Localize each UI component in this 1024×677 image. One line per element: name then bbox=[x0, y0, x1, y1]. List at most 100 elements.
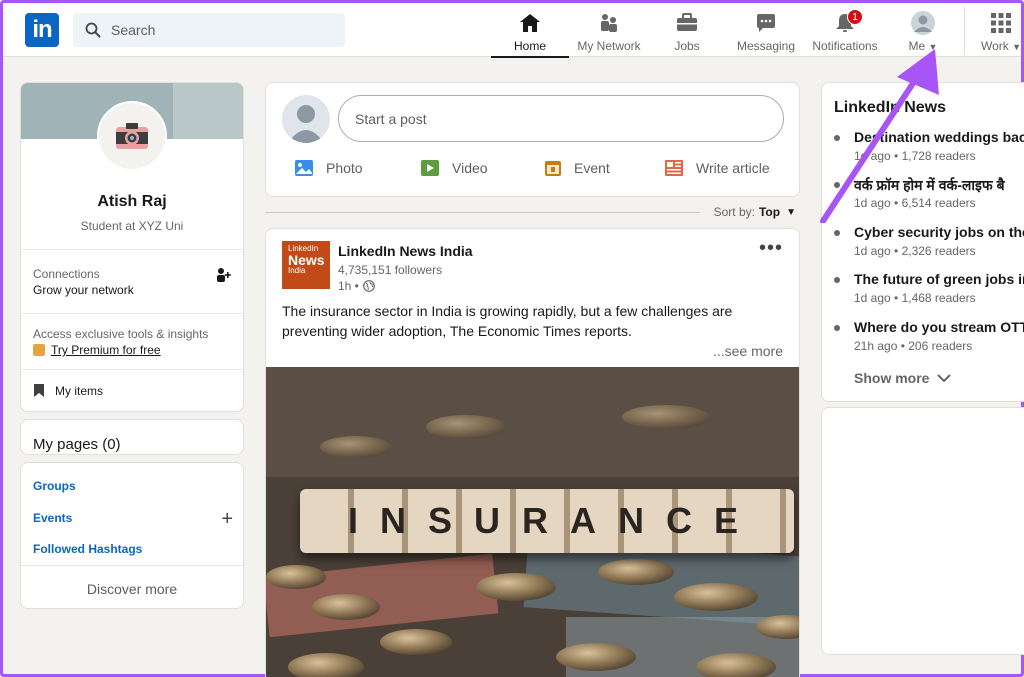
profile-headline: Student at XYZ Uni bbox=[80, 219, 184, 233]
article-icon bbox=[665, 160, 683, 176]
premium-link-label[interactable]: Try Premium for free bbox=[51, 343, 161, 357]
post-time-label: 1h • bbox=[338, 279, 359, 293]
nav-me[interactable]: Me ▼ bbox=[903, 11, 943, 57]
hashtags-link[interactable]: Followed Hashtags bbox=[33, 542, 142, 556]
my-pages-card[interactable]: My pages (0) bbox=[20, 419, 244, 455]
more-options-icon[interactable]: ••• bbox=[759, 237, 783, 260]
me-label: Me bbox=[908, 39, 926, 53]
notification-badge: 1 bbox=[847, 9, 863, 25]
sort-label: Sort by: bbox=[713, 205, 755, 219]
events-link[interactable]: Events bbox=[33, 511, 72, 525]
nav-label: Me ▼ bbox=[909, 39, 938, 53]
groups-link[interactable]: Groups bbox=[33, 479, 76, 493]
divider bbox=[21, 249, 243, 250]
news-headline[interactable]: Cyber security jobs on the r bbox=[854, 224, 1024, 240]
community-links-card: Groups Events + Followed Hashtags Discov… bbox=[20, 462, 244, 609]
photo-button[interactable]: Photo bbox=[294, 159, 363, 177]
premium-link[interactable]: Try Premium for free bbox=[33, 343, 161, 357]
my-items-link[interactable]: My items bbox=[33, 383, 103, 398]
connections-subtitle[interactable]: Grow your network bbox=[33, 283, 134, 297]
sort-row: Sort by: Top ▼ bbox=[265, 205, 800, 221]
nav-label: Work ▼ bbox=[981, 39, 1021, 53]
linkedin-logo[interactable]: in bbox=[25, 13, 59, 47]
nav-label: Notifications bbox=[812, 39, 878, 53]
user-avatar[interactable] bbox=[282, 95, 330, 143]
news-card: LinkedIn News Destination weddings back … bbox=[821, 82, 1024, 402]
premium-text: Access exclusive tools & insights bbox=[33, 327, 209, 341]
sort-value: Top bbox=[758, 205, 781, 219]
network-icon bbox=[597, 11, 621, 35]
search-bar[interactable] bbox=[73, 13, 345, 47]
news-headline[interactable]: वर्क फ्रॉम होम में वर्क-लाइफ बै bbox=[854, 176, 1005, 195]
video-icon bbox=[421, 160, 439, 176]
my-pages-label[interactable]: My pages (0) bbox=[33, 436, 121, 453]
chevron-down-icon bbox=[937, 374, 952, 383]
bullet bbox=[834, 230, 840, 236]
write-article-button[interactable]: Write article bbox=[664, 159, 770, 177]
nav-messaging[interactable]: Messaging bbox=[736, 11, 796, 57]
post-time: 1h • bbox=[338, 279, 375, 293]
add-event-icon[interactable]: + bbox=[221, 508, 233, 531]
divider bbox=[21, 313, 243, 314]
start-post-button[interactable]: Start a post bbox=[338, 95, 784, 142]
divider bbox=[21, 565, 243, 566]
nav-label: My Network bbox=[577, 39, 641, 53]
messaging-icon bbox=[754, 11, 778, 35]
nav-jobs[interactable]: Jobs bbox=[663, 11, 711, 57]
see-more-link[interactable]: ...see more bbox=[713, 343, 783, 359]
company-logo[interactable]: LinkedIn News India bbox=[282, 241, 330, 289]
grid-icon bbox=[989, 11, 1013, 35]
show-more-label: Show more bbox=[854, 370, 930, 386]
video-button[interactable]: Video bbox=[420, 159, 488, 177]
sort-dropdown[interactable]: Sort by: Top ▼ bbox=[714, 205, 796, 219]
news-headline[interactable]: Where do you stream OTT c bbox=[854, 319, 1024, 335]
profile-name[interactable]: Atish Raj bbox=[21, 193, 243, 211]
profile-card: Atish Raj Student at XYZ Uni Connections… bbox=[20, 82, 244, 412]
profile-avatar[interactable] bbox=[97, 101, 167, 171]
bullet bbox=[834, 182, 840, 188]
insurance-word: INSURANCE bbox=[300, 489, 794, 553]
news-meta: 1d ago • 1,468 readers bbox=[854, 291, 976, 305]
globe-icon bbox=[362, 280, 375, 292]
event-label: Event bbox=[574, 160, 610, 176]
nav-work[interactable]: Work ▼ bbox=[981, 11, 1021, 57]
news-headline[interactable]: Destination weddings back bbox=[854, 129, 1024, 145]
nav-label: Home bbox=[513, 39, 546, 53]
search-icon bbox=[85, 22, 101, 38]
caret-down-icon: ▼ bbox=[928, 42, 938, 52]
top-navbar: in Home My Network Jobs Messaging bbox=[3, 3, 1021, 58]
calendar-icon bbox=[545, 161, 561, 176]
news-meta: 1d ago • 6,514 readers bbox=[854, 196, 976, 210]
show-more-button[interactable]: Show more bbox=[854, 370, 952, 386]
nav-divider bbox=[964, 7, 965, 55]
follower-count: 4,735,151 followers bbox=[338, 263, 443, 277]
caret-down-icon: ▼ bbox=[1012, 42, 1022, 52]
divider bbox=[265, 212, 700, 213]
logo-line: India bbox=[288, 266, 306, 275]
connections-title[interactable]: Connections bbox=[33, 267, 100, 281]
event-button[interactable]: Event bbox=[544, 159, 610, 177]
photo-icon bbox=[295, 160, 313, 176]
bookmark-icon bbox=[34, 384, 44, 397]
avatar-icon bbox=[911, 11, 935, 35]
discover-more-button[interactable]: Discover more bbox=[21, 581, 243, 597]
camera-icon bbox=[116, 123, 148, 149]
nav-my-network[interactable]: My Network bbox=[573, 11, 645, 57]
bullet bbox=[834, 277, 840, 283]
share-box: Start a post Photo Video Event Write art… bbox=[265, 82, 800, 197]
bullet bbox=[834, 325, 840, 331]
post-text: The insurance sector in India is growing… bbox=[282, 303, 733, 339]
company-name[interactable]: LinkedIn News India bbox=[338, 243, 473, 259]
post-image[interactable]: INSURANCE bbox=[266, 367, 799, 677]
ad-card bbox=[821, 407, 1024, 655]
news-meta: 1d ago • 1,728 readers bbox=[854, 149, 976, 163]
nav-notifications[interactable]: 1 Notifications bbox=[809, 9, 881, 57]
add-connection-icon[interactable] bbox=[215, 267, 231, 283]
nav-home[interactable]: Home bbox=[491, 11, 569, 58]
divider bbox=[21, 369, 243, 370]
home-icon bbox=[518, 11, 542, 35]
video-label: Video bbox=[452, 160, 488, 176]
search-input[interactable] bbox=[111, 22, 331, 38]
news-headline[interactable]: The future of green jobs in bbox=[854, 271, 1024, 287]
nav-label: Jobs bbox=[674, 39, 700, 53]
